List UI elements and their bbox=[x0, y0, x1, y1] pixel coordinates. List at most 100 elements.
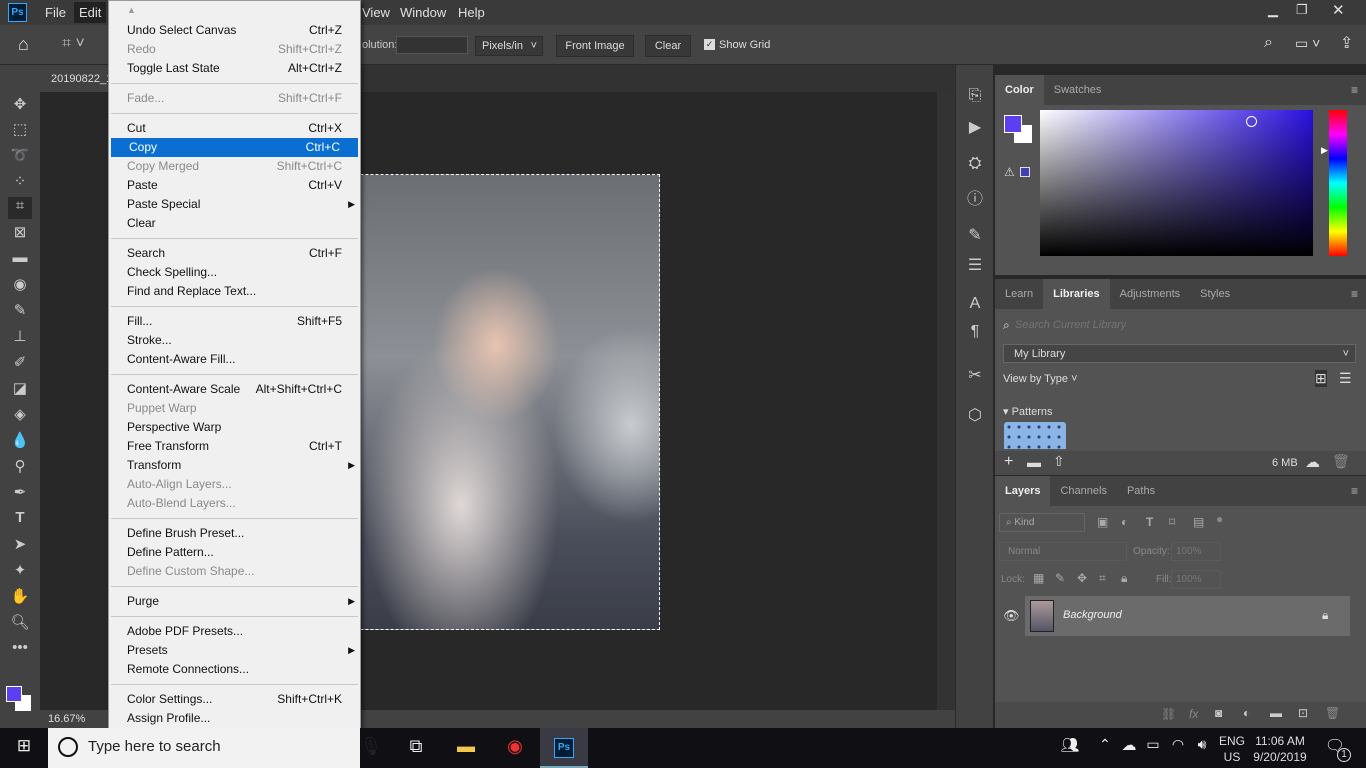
menu-file[interactable]: File bbox=[45, 5, 66, 20]
microphone-icon[interactable]: 🎙︎ bbox=[356, 736, 386, 757]
filter-pixel-icon[interactable]: ▣ bbox=[1097, 515, 1108, 529]
dodge-tool-icon[interactable]: ⚲ bbox=[8, 457, 32, 479]
filter-smartobject-icon[interactable]: ▤ bbox=[1193, 515, 1204, 529]
lasso-tool-icon[interactable]: ➰ bbox=[8, 146, 32, 168]
folder-icon[interactable]: ▬ bbox=[1027, 454, 1041, 470]
eraser-tool-icon[interactable]: ◪ bbox=[8, 379, 32, 401]
tab-channels[interactable]: Channels bbox=[1050, 476, 1116, 506]
menu-item-cut[interactable]: Cut Ctrl+X bbox=[109, 119, 360, 138]
brush-tool-icon[interactable]: ✎ bbox=[8, 301, 32, 323]
shape-tool-icon[interactable]: ✦ bbox=[8, 561, 32, 583]
group-folder-icon[interactable]: ▬ bbox=[1270, 706, 1282, 720]
menu-item-check-spelling[interactable]: Check Spelling... bbox=[109, 263, 360, 282]
menu-item-remote-connections[interactable]: Remote Connections... bbox=[109, 660, 360, 679]
vertical-scrollbar[interactable] bbox=[937, 92, 955, 710]
menu-item-content-aware-scale[interactable]: Content-Aware Scale Alt+Shift+Ctrl+C bbox=[109, 380, 360, 399]
menu-item-search[interactable]: Search Ctrl+F bbox=[109, 244, 360, 263]
adjustment-layer-icon[interactable]: ◐ bbox=[1243, 706, 1250, 720]
menu-item-adobe-pdf-presets[interactable]: Adobe PDF Presets... bbox=[109, 622, 360, 641]
upload-icon[interactable]: ⇧ bbox=[1053, 453, 1065, 470]
clock[interactable]: 11:06 AM 9/20/2019 bbox=[1250, 733, 1310, 765]
tab-adjustments[interactable]: Adjustments bbox=[1110, 279, 1191, 309]
windows-start-icon[interactable]: ⊞ bbox=[9, 736, 39, 756]
menu-item-find-and-replace-text[interactable]: Find and Replace Text... bbox=[109, 282, 360, 301]
patterns-section-toggle[interactable]: ▾ Patterns bbox=[1003, 405, 1053, 418]
blur-tool-icon[interactable]: 💧 bbox=[8, 431, 32, 453]
visibility-eye-icon[interactable]: 👁︎ bbox=[1003, 608, 1020, 624]
hue-slider[interactable] bbox=[1329, 110, 1347, 256]
resolution-input[interactable] bbox=[396, 36, 468, 54]
layer-lock-icon[interactable]: 🔒︎ bbox=[1322, 608, 1328, 623]
menu-item-color-settings[interactable]: Color Settings... Shift+Ctrl+K bbox=[109, 690, 360, 709]
workspace-icon[interactable]: ▭ ˅ bbox=[1295, 35, 1320, 52]
menu-item-transform[interactable]: Transform ▶ bbox=[109, 456, 360, 475]
tab-styles[interactable]: Styles bbox=[1190, 279, 1240, 309]
add-mask-icon[interactable]: ◙ bbox=[1215, 706, 1222, 720]
fill-input[interactable]: 100% bbox=[1171, 570, 1221, 589]
filter-adjustment-icon[interactable]: ◐ bbox=[1121, 515, 1128, 529]
type-tool-icon[interactable]: T bbox=[8, 509, 32, 531]
delete-layer-icon[interactable]: 🗑︎ bbox=[1325, 706, 1340, 720]
menu-item-paste[interactable]: Paste Ctrl+V bbox=[109, 176, 360, 195]
tab-libraries[interactable]: Libraries bbox=[1043, 279, 1110, 309]
tool-presets-icon[interactable]: ✂ bbox=[965, 365, 985, 385]
zoom-level[interactable]: 16.67% bbox=[48, 713, 85, 725]
crop-tool-preset-icon[interactable]: ⌗ ˅ bbox=[62, 35, 85, 53]
minimize-button[interactable]: ▁ bbox=[1268, 2, 1278, 18]
panel-menu-icon[interactable]: ≡ bbox=[1351, 83, 1358, 97]
3d-icon[interactable]: ⬡ bbox=[965, 405, 985, 425]
frame-tool-icon[interactable]: ⊠ bbox=[8, 223, 32, 245]
paint-bucket-icon[interactable]: ◈ bbox=[8, 405, 32, 427]
menu-item-perspective-warp[interactable]: Perspective Warp bbox=[109, 418, 360, 437]
view-by-type-dropdown[interactable]: View by Type ˅ bbox=[1003, 373, 1078, 385]
more-tools-icon[interactable]: ••• bbox=[8, 639, 32, 661]
menu-help[interactable]: Help bbox=[458, 5, 485, 20]
fx-icon[interactable]: fx bbox=[1189, 707, 1198, 721]
menu-item-content-aware-fill[interactable]: Content-Aware Fill... bbox=[109, 350, 360, 369]
menu-item-presets[interactable]: Presets ▶ bbox=[109, 641, 360, 660]
crop-tool-icon[interactable]: ⌗ bbox=[8, 197, 32, 219]
menu-item-purge[interactable]: Purge ▶ bbox=[109, 592, 360, 611]
path-select-icon[interactable]: ➤ bbox=[8, 535, 32, 557]
restore-button[interactable]: ❐ bbox=[1296, 2, 1308, 18]
layer-kind-filter[interactable]: ⌕ Kind bbox=[999, 513, 1085, 532]
move-tool-icon[interactable]: ✥ bbox=[8, 95, 32, 117]
menu-window[interactable]: Window bbox=[400, 5, 446, 20]
search-icon[interactable]: ⌕ bbox=[1264, 34, 1273, 52]
menu-item-fill[interactable]: Fill... Shift+F5 bbox=[109, 312, 360, 331]
filter-shape-icon[interactable]: ⌑ bbox=[1169, 515, 1175, 529]
taskbar-search-box[interactable]: Type here to search bbox=[48, 728, 360, 768]
library-dropdown[interactable]: My Library ˅ bbox=[1003, 344, 1356, 363]
foreground-swatch[interactable] bbox=[1004, 115, 1022, 133]
new-layer-icon[interactable]: ⊡ bbox=[1298, 706, 1308, 720]
tab-color[interactable]: Color bbox=[995, 75, 1044, 105]
units-dropdown[interactable]: Pixels/in ˅ bbox=[475, 36, 543, 56]
marquee-tool-icon[interactable]: ⬚ bbox=[8, 120, 32, 142]
home-icon[interactable]: ⌂ bbox=[18, 34, 29, 55]
panel-menu-icon[interactable]: ≡ bbox=[1351, 484, 1358, 498]
front-image-button[interactable]: Front Image bbox=[556, 35, 634, 57]
pattern-thumbnail[interactable] bbox=[1004, 422, 1066, 449]
menu-item-toggle-last-state[interactable]: Toggle Last State Alt+Ctrl+Z bbox=[109, 59, 360, 78]
actions-play-icon[interactable]: ▶ bbox=[965, 117, 985, 137]
volume-icon[interactable]: 🔊︎ bbox=[1187, 736, 1217, 753]
lock-transparent-icon[interactable]: ▦ bbox=[1033, 571, 1044, 585]
menu-item-define-pattern[interactable]: Define Pattern... bbox=[109, 543, 360, 562]
people-icon[interactable]: 👥︎ bbox=[1055, 736, 1085, 754]
scroll-up-arrow-icon[interactable]: ▲ bbox=[127, 5, 136, 15]
lock-position-icon[interactable]: ✥ bbox=[1077, 571, 1087, 585]
link-layers-icon[interactable]: ⛓ bbox=[1161, 707, 1176, 721]
history-brush-icon[interactable]: ✐ bbox=[8, 353, 32, 375]
hand-tool-icon[interactable]: ✋ bbox=[8, 587, 32, 609]
tab-paths[interactable]: Paths bbox=[1117, 476, 1165, 506]
photoshop-taskbar-button[interactable]: Ps bbox=[540, 728, 588, 768]
web-safe-swatch[interactable] bbox=[1020, 167, 1030, 177]
file-explorer-icon[interactable]: ▬ bbox=[451, 736, 481, 757]
layer-row[interactable]: 👁︎ Background 🔒︎ bbox=[995, 596, 1350, 636]
filter-type-icon[interactable]: T bbox=[1146, 515, 1153, 529]
menu-item-copy[interactable]: Copy Ctrl+C bbox=[111, 138, 358, 157]
task-view-icon[interactable]: ⧉ bbox=[401, 736, 431, 757]
adjust-sliders-icon[interactable]: ☰ bbox=[965, 255, 985, 275]
pen-tool-icon[interactable]: ✒ bbox=[8, 483, 32, 505]
menu-item-stroke[interactable]: Stroke... bbox=[109, 331, 360, 350]
